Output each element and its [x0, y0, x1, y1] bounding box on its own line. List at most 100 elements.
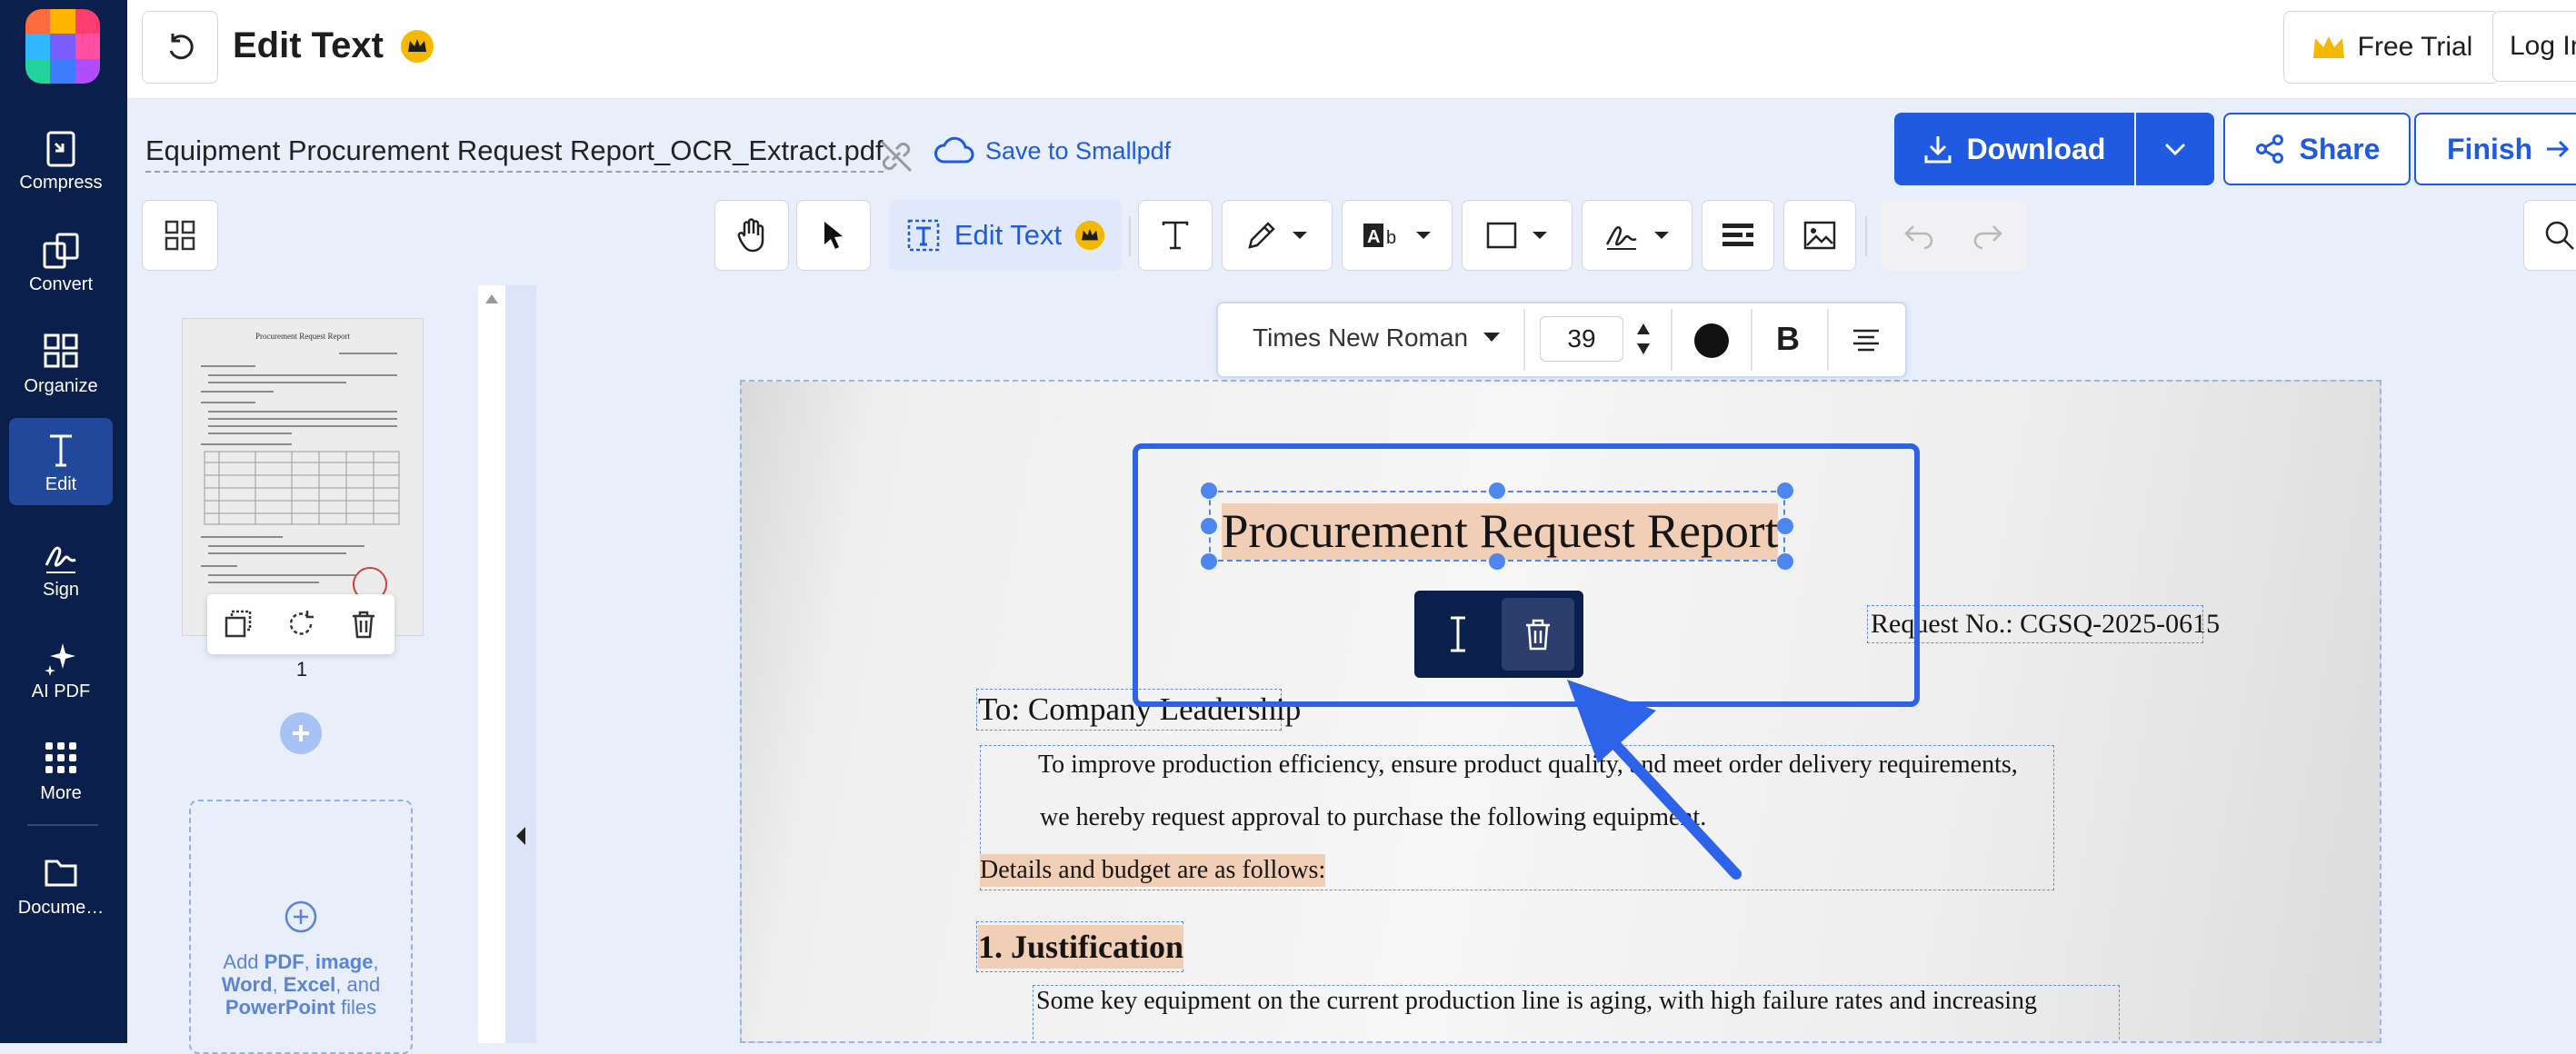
- trash-icon: [1526, 619, 1550, 651]
- edit-text-icon: [9, 431, 113, 471]
- login-button[interactable]: Log In: [2492, 11, 2576, 82]
- doc-heading[interactable]: 1. Justification: [978, 925, 1184, 969]
- nav-item-more[interactable]: More: [9, 727, 113, 814]
- nav-item-documents[interactable]: Docume…: [9, 841, 113, 929]
- nav-item-ai-pdf[interactable]: AI PDF: [9, 625, 113, 712]
- text-cursor-icon[interactable]: [1438, 612, 1478, 656]
- font-size-input[interactable]: 39: [1540, 316, 1623, 362]
- text-t-icon: [1162, 221, 1189, 250]
- shape-tool-button[interactable]: [1462, 200, 1573, 271]
- trash-icon[interactable]: [348, 609, 379, 640]
- edit-text-label: Edit Text: [954, 219, 1063, 251]
- hand-tool-button[interactable]: [714, 200, 789, 271]
- signature-icon: [1605, 225, 1637, 250]
- rotate-icon[interactable]: [285, 609, 316, 640]
- resize-handle[interactable]: [1201, 553, 1217, 570]
- resize-handle[interactable]: [1489, 553, 1505, 570]
- thumbnail-scrollbar[interactable]: [478, 285, 505, 1043]
- format-divider: [1671, 309, 1672, 371]
- nav-item-compress[interactable]: Compress: [9, 116, 113, 204]
- rotate-back-icon: [169, 34, 194, 60]
- draw-tool-button[interactable]: [1222, 200, 1333, 271]
- cursor-arrow-icon: [824, 222, 843, 249]
- font-ab-icon: Ab: [1363, 224, 1396, 248]
- unlinked-icon[interactable]: [876, 136, 916, 176]
- download-button[interactable]: Download: [1894, 113, 2134, 185]
- search-button[interactable]: [2523, 200, 2576, 271]
- resize-handle[interactable]: [1201, 482, 1217, 499]
- share-button[interactable]: Share: [2223, 113, 2411, 185]
- sparkle-icon: [9, 638, 113, 678]
- nav-item-edit[interactable]: Edit: [9, 418, 113, 505]
- undo-icon[interactable]: [1902, 221, 1935, 250]
- chevron-down-icon[interactable]: [1482, 331, 1502, 343]
- share-label: Share: [2299, 132, 2381, 165]
- nav-label: Sign: [42, 580, 80, 600]
- finish-button[interactable]: Finish: [2414, 113, 2576, 185]
- thumbnail-actions: [207, 594, 394, 654]
- doc-request-no[interactable]: Request No.: CGSQ-2025-0615: [1871, 607, 2220, 641]
- nav-item-convert[interactable]: Convert: [9, 218, 113, 305]
- download-options-button[interactable]: [2136, 113, 2214, 185]
- page-title: Edit Text: [233, 25, 384, 65]
- add-text-button[interactable]: [1138, 200, 1213, 271]
- dropzone-hint: Add PDF, image, Word, Excel, and PowerPo…: [221, 950, 381, 1019]
- doc-paragraph-line[interactable]: To improve production efficiency, ensure…: [1038, 749, 2018, 781]
- plus-circle-icon: [284, 900, 318, 934]
- folder-icon: [9, 854, 113, 894]
- scroll-up-arrow-icon[interactable]: [484, 293, 500, 305]
- add-image-button[interactable]: [1783, 200, 1856, 271]
- nav-item-sign[interactable]: Sign: [9, 523, 113, 611]
- free-trial-label: Free Trial: [2357, 32, 2473, 62]
- form-fields-button[interactable]: [1702, 200, 1774, 271]
- edit-text-tool-button[interactable]: Edit Text: [889, 200, 1122, 271]
- font-family-select[interactable]: Times New Roman: [1253, 323, 1468, 353]
- font-size-stepper-icon[interactable]: [1634, 318, 1652, 360]
- text-style-button[interactable]: Ab: [1342, 200, 1453, 271]
- chevron-down-icon: [1416, 232, 1431, 239]
- redo-icon[interactable]: [1972, 221, 2004, 250]
- page-view-button[interactable]: [142, 200, 218, 271]
- bold-icon[interactable]: B: [1776, 320, 1800, 358]
- resize-handle[interactable]: [1201, 518, 1217, 534]
- page-number: 1: [295, 658, 308, 681]
- save-to-smallpdf-link[interactable]: Save to Smallpdf: [933, 136, 1171, 165]
- duplicate-icon[interactable]: [223, 609, 254, 640]
- premium-crown-icon: [1075, 220, 1105, 251]
- add-page-button[interactable]: [280, 712, 322, 754]
- doc-paragraph-line[interactable]: Some key equipment on the current produc…: [1036, 985, 2114, 1018]
- free-trial-button[interactable]: Free Trial: [2283, 11, 2500, 84]
- chevron-down-icon: [1293, 232, 1307, 239]
- panel-collapse-strip[interactable]: [505, 285, 536, 1043]
- rectangle-icon: [1486, 222, 1517, 249]
- search-icon: [2545, 221, 2574, 250]
- undo-redo-group: [1880, 200, 2027, 271]
- doc-details-line[interactable]: Details and budget are as follows:: [980, 854, 1326, 887]
- premium-crown-icon: [400, 29, 434, 64]
- resize-handle[interactable]: [1777, 482, 1793, 499]
- smallpdf-logo[interactable]: [25, 9, 100, 84]
- resize-handle[interactable]: [1777, 553, 1793, 570]
- nav-item-organize[interactable]: Organize: [9, 320, 113, 407]
- cloud-icon: [934, 136, 974, 164]
- thumb-title: Procurement Request Report: [255, 332, 350, 341]
- delete-text-box-button[interactable]: [1502, 598, 1574, 671]
- organize-icon: [9, 333, 113, 373]
- resize-handle[interactable]: [1489, 482, 1505, 499]
- selected-text-box[interactable]: [1209, 491, 1785, 562]
- format-divider: [1827, 309, 1829, 371]
- collapse-panel-icon[interactable]: [514, 825, 527, 847]
- text-color-swatch[interactable]: [1694, 323, 1729, 358]
- file-name[interactable]: Equipment Procurement Request Report_OCR…: [145, 134, 884, 173]
- back-button[interactable]: [142, 11, 218, 84]
- select-tool-button[interactable]: [796, 200, 871, 271]
- resize-handle[interactable]: [1777, 518, 1793, 534]
- chevron-down-icon: [2164, 143, 2186, 156]
- download-label: Download: [1966, 132, 2106, 165]
- sign-tool-button[interactable]: [1582, 200, 1692, 271]
- finish-label: Finish: [2447, 132, 2533, 165]
- nav-label: Compress: [19, 173, 103, 193]
- nav-label: Convert: [28, 274, 94, 294]
- align-icon[interactable]: [1851, 327, 1882, 353]
- page-thumbnail[interactable]: Procurement Request Report: [182, 318, 424, 636]
